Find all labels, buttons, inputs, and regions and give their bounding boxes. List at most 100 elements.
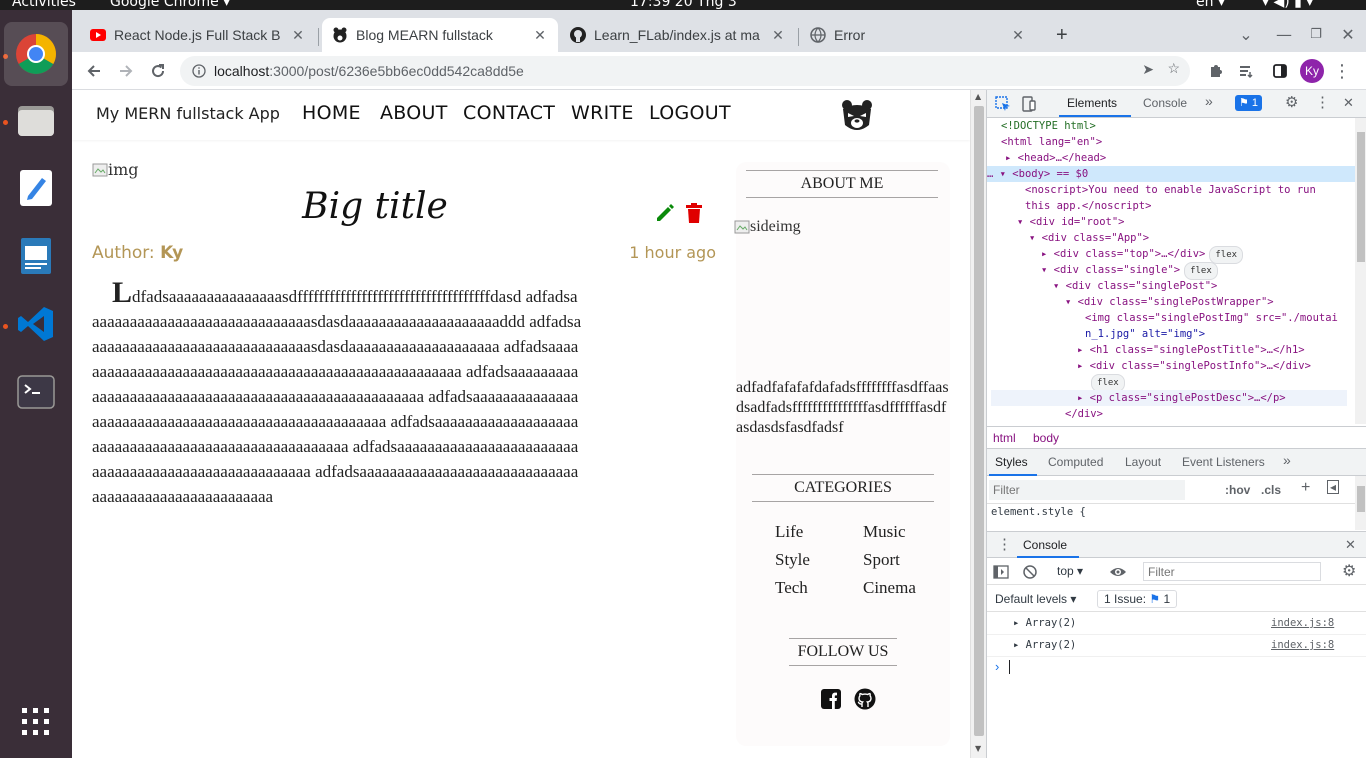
- tab-elements[interactable]: Elements: [1067, 96, 1117, 110]
- profile-avatar[interactable]: Ky: [1300, 59, 1324, 83]
- tab-event-listeners[interactable]: Event Listeners: [1182, 455, 1265, 469]
- hover-state-toggle[interactable]: :hov: [1225, 483, 1250, 497]
- reading-list-icon[interactable]: [1234, 59, 1258, 83]
- console-filter-input[interactable]: [1143, 562, 1321, 581]
- more-tabs-icon[interactable]: »: [1205, 93, 1213, 109]
- maximize-icon[interactable]: ❐: [1304, 22, 1328, 46]
- console-settings-gear-icon[interactable]: ⚙: [1342, 561, 1356, 581]
- chrome-menu-icon[interactable]: ⋮: [1330, 59, 1354, 83]
- bear-logo-icon[interactable]: [840, 99, 874, 133]
- nav-home[interactable]: HOME: [302, 102, 361, 124]
- log-levels-dropdown[interactable]: Default levels ▾: [995, 592, 1076, 606]
- text-editor-launcher[interactable]: [12, 164, 60, 212]
- drawer-tab-console[interactable]: Console: [1023, 538, 1067, 552]
- issues-badge[interactable]: ⚑ 1: [1235, 95, 1263, 111]
- log-source-link[interactable]: index.js:8: [1271, 617, 1334, 629]
- nav-write[interactable]: WRITE: [571, 102, 634, 124]
- log-source-link[interactable]: index.js:8: [1271, 639, 1334, 651]
- drawer-menu-icon[interactable]: ⋮: [997, 535, 1012, 553]
- dom-node[interactable]: n_1.jpg" alt="img">: [1085, 326, 1205, 342]
- show-applications-button[interactable]: [12, 698, 60, 746]
- elements-scrollbar-thumb[interactable]: [1357, 132, 1365, 262]
- chrome-launcher[interactable]: [4, 22, 68, 86]
- dom-node[interactable]: ▾ <div class="App">: [1029, 230, 1149, 246]
- files-launcher[interactable]: [12, 96, 60, 144]
- dom-node[interactable]: ▾ <div class="singlePost">: [1053, 278, 1217, 294]
- scroll-up-arrow-icon[interactable]: ▲: [975, 92, 981, 101]
- back-icon[interactable]: [82, 59, 106, 83]
- log-value[interactable]: ▸ Array(2): [1013, 639, 1076, 651]
- forward-icon[interactable]: [114, 59, 138, 83]
- styles-filter-input[interactable]: [989, 480, 1185, 500]
- styles-scrollbar-thumb[interactable]: [1357, 486, 1365, 512]
- nav-contact[interactable]: CONTACT: [463, 102, 555, 124]
- class-toggle[interactable]: .cls: [1261, 483, 1281, 497]
- live-expression-eye-icon[interactable]: [1109, 565, 1127, 579]
- tab-console[interactable]: Console: [1143, 96, 1187, 110]
- page-scrollbar[interactable]: ▲ ▼: [970, 90, 986, 758]
- context-selector[interactable]: top ▾: [1057, 564, 1083, 578]
- github-icon[interactable]: [854, 688, 876, 710]
- dom-node[interactable]: <img class="singlePostImg" src="./moutai: [1085, 310, 1338, 326]
- category-life[interactable]: Life: [775, 522, 803, 542]
- tab-error[interactable]: Error ✕: [800, 18, 1036, 52]
- category-tech[interactable]: Tech: [775, 578, 808, 598]
- dom-node[interactable]: ▸ <div class="singlePostInfo">…</div>: [1077, 358, 1311, 374]
- inspect-element-icon[interactable]: [995, 96, 1011, 112]
- dom-node[interactable]: ▸ <h1 class="singlePostTitle">…</h1>: [1077, 342, 1305, 358]
- delete-trash-icon[interactable]: [684, 202, 704, 224]
- device-toolbar-icon[interactable]: [1021, 96, 1037, 112]
- category-sport[interactable]: Sport: [863, 550, 900, 570]
- dom-node[interactable]: this app.</noscript>: [1025, 198, 1151, 214]
- log-value[interactable]: ▸ Array(2): [1013, 617, 1076, 629]
- close-devtools-icon[interactable]: ✕: [1343, 95, 1354, 111]
- clock[interactable]: 17:39 20 Thg 3: [630, 0, 737, 10]
- send-to-devices-icon[interactable]: ➤: [1142, 61, 1154, 78]
- reload-icon[interactable]: [146, 59, 170, 83]
- devtools-menu-icon[interactable]: ⋮: [1315, 93, 1330, 111]
- dom-node[interactable]: ▸ <head>…</head>: [1005, 150, 1106, 166]
- activities-button[interactable]: Activities: [12, 0, 76, 10]
- input-language[interactable]: en ▾: [1196, 0, 1225, 10]
- category-music[interactable]: Music: [863, 522, 906, 542]
- clear-console-icon[interactable]: [1023, 565, 1037, 579]
- tab-layout[interactable]: Layout: [1125, 455, 1161, 469]
- side-panel-icon[interactable]: [1268, 59, 1292, 83]
- dom-node[interactable]: ▾ <div class="singlePostWrapper">: [1065, 294, 1274, 310]
- elements-scrollbar[interactable]: [1355, 118, 1366, 424]
- app-menu[interactable]: Google Chrome ▾: [110, 0, 230, 10]
- dom-node[interactable]: </div>: [1065, 406, 1103, 422]
- sidebar-toggle-icon[interactable]: [993, 565, 1009, 579]
- minimize-icon[interactable]: —: [1272, 22, 1296, 46]
- close-window-icon[interactable]: ✕: [1336, 22, 1360, 46]
- scroll-down-arrow-icon[interactable]: ▼: [975, 744, 981, 753]
- terminal-launcher[interactable]: [12, 368, 60, 416]
- close-tab-icon[interactable]: ✕: [532, 27, 548, 44]
- nav-about[interactable]: ABOUT: [380, 102, 448, 124]
- site-info-icon[interactable]: [192, 64, 206, 78]
- console-log-row[interactable]: ▸ Array(2) index.js:8: [987, 613, 1366, 635]
- extensions-icon[interactable]: [1204, 59, 1228, 83]
- facebook-icon[interactable]: [820, 688, 842, 710]
- close-drawer-icon[interactable]: ✕: [1345, 537, 1356, 553]
- page-scrollbar-thumb[interactable]: [974, 106, 984, 736]
- tab-search-icon[interactable]: ⌄: [1234, 22, 1258, 46]
- tab-learn-flab[interactable]: Learn_FLab/index.js at ma ✕: [560, 18, 796, 52]
- impress-launcher[interactable]: [12, 232, 60, 280]
- edit-pencil-icon[interactable]: [654, 202, 676, 224]
- dom-node[interactable]: <!DOCTYPE html>: [1001, 118, 1096, 134]
- nav-logout[interactable]: LOGOUT: [649, 102, 731, 124]
- dom-node[interactable]: ▾ <div id="root">: [1017, 214, 1124, 230]
- vscode-launcher[interactable]: [12, 300, 60, 348]
- bookmark-star-icon[interactable]: ☆: [1167, 60, 1180, 77]
- dom-node[interactable]: <html lang="en">: [1001, 134, 1102, 150]
- styles-scrollbar[interactable]: [1355, 476, 1366, 530]
- computed-sidebar-toggle-icon[interactable]: ◂: [1327, 480, 1340, 494]
- system-tray-icons[interactable]: ▾ ◀) ▮ ▾: [1262, 0, 1313, 10]
- breadcrumb-html[interactable]: html: [993, 431, 1016, 445]
- tab-react-node[interactable]: React Node.js Full Stack B ✕: [80, 18, 316, 52]
- tab-blog-mern[interactable]: Blog MEARN fullstack ✕: [322, 18, 558, 52]
- author-name[interactable]: Ky: [160, 243, 183, 263]
- console-prompt[interactable]: ›: [987, 658, 1366, 678]
- issues-counter-button[interactable]: 1 Issue: ⚑ 1: [1097, 590, 1178, 608]
